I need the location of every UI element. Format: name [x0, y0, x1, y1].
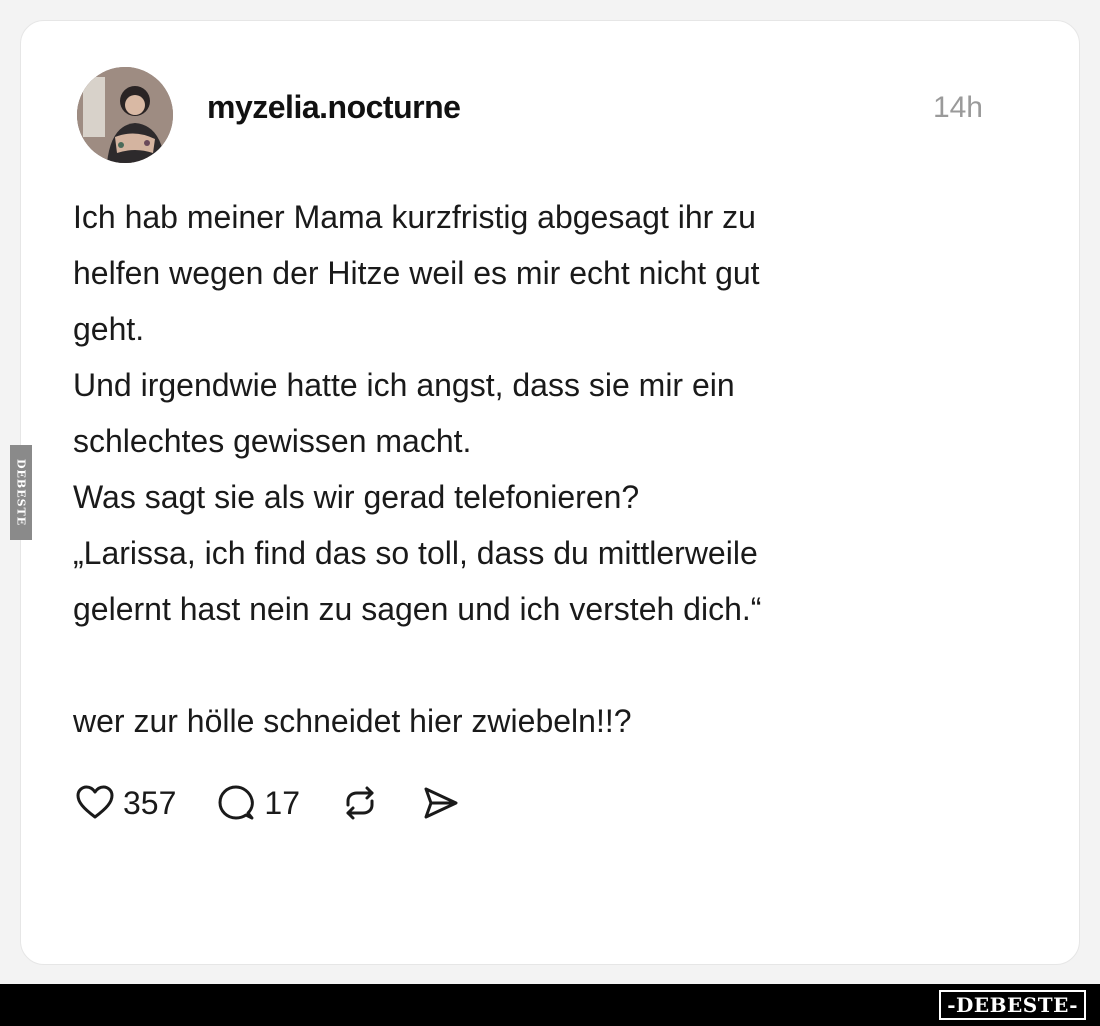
- post-line: „Larissa, ich find das so toll, dass du …: [73, 535, 758, 571]
- repost-button[interactable]: [340, 783, 380, 823]
- post-line: helfen wegen der Hitze weil es mir echt …: [73, 255, 760, 291]
- action-bar: 357 17: [75, 783, 500, 823]
- heart-icon: [76, 785, 114, 819]
- post-line: geht.: [73, 311, 145, 347]
- bottom-watermark-bar: -DEBESTE-: [0, 984, 1100, 1026]
- post-line: schlechtes gewissen macht.: [73, 423, 472, 459]
- timestamp: 14h: [932, 91, 983, 124]
- like-count: 357: [123, 784, 177, 821]
- send-icon: [424, 787, 458, 819]
- like-button[interactable]: 357: [75, 783, 176, 823]
- post-line: Ich hab meiner Mama kurzfristig abgesagt…: [73, 199, 756, 235]
- watermark-logo: -DEBESTE-: [939, 990, 1086, 1020]
- post-line: Was sagt sie als wir gerad telefonieren?: [73, 479, 640, 515]
- post-line: gelernt hast nein zu sagen und ich verst…: [73, 591, 762, 627]
- side-watermark: DEBESTE: [10, 445, 32, 540]
- comment-bubble-icon: [218, 785, 255, 820]
- comment-count: 17: [264, 784, 300, 821]
- post-text: Ich hab meiner Mama kurzfristig abgesagt…: [73, 189, 973, 749]
- share-button[interactable]: [420, 783, 460, 823]
- side-watermark-text: DEBESTE: [14, 458, 28, 527]
- post-line: Und irgendwie hatte ich angst, dass sie …: [73, 367, 735, 403]
- post-card: myzelia.nocturne 14h Ich hab meiner Mama…: [20, 20, 1080, 965]
- username[interactable]: myzelia.nocturne: [207, 89, 461, 126]
- repost-icon: [346, 786, 374, 820]
- avatar[interactable]: [77, 67, 173, 163]
- post-line: wer zur hölle schneidet hier zwiebeln!!?: [73, 703, 632, 739]
- avatar-image: [77, 67, 173, 163]
- comment-button[interactable]: 17: [216, 783, 300, 823]
